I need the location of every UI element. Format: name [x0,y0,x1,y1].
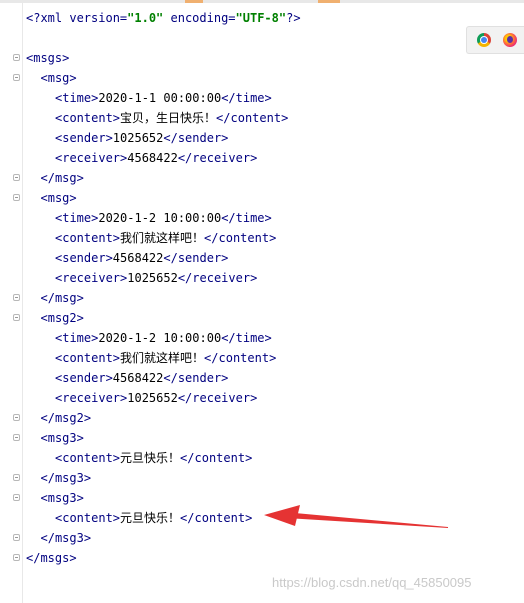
arrow-head [264,505,300,526]
annotation-arrow [264,505,448,528]
watermark: https://blog.csdn.net/qq_45850095 [272,575,472,590]
arrow-shaft [284,512,448,528]
